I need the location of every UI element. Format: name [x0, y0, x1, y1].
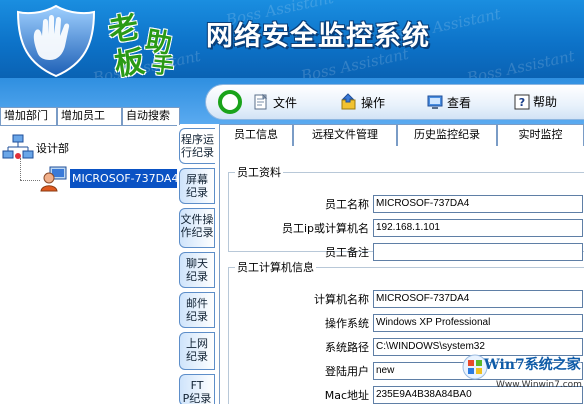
employee-name-label: 员工名称 [325, 198, 369, 211]
side-tab-file-records[interactable]: 文件操 作纪录 [179, 208, 215, 248]
employee-info-legend: 员工资料 [237, 166, 281, 179]
tab-history-records[interactable]: 历史监控纪录 [397, 124, 497, 146]
system-path-label: 系统路径 [325, 341, 369, 354]
os-label: 操作系统 [325, 317, 369, 330]
menu-toolbar: 文件 操作 查看 ? 帮助 [205, 84, 584, 120]
file-icon [254, 93, 268, 110]
field-row: 员工ip或计算机名 192.168.1.101 [229, 218, 583, 238]
employee-info-group: 员工资料 员工名称 MICROSOF-737DA4 员工ip或计算机名 192.… [228, 164, 584, 261]
employee-ip-label: 员工ip或计算机名 [281, 222, 369, 235]
login-user-label: 登陆用户 [325, 365, 369, 378]
help-icon: ? [514, 94, 530, 109]
side-tab-chat-records[interactable]: 聊天 纪录 [179, 252, 215, 288]
menu-file[interactable]: 文件 [252, 93, 297, 111]
mac-address-label: Mac地址 [324, 389, 369, 402]
view-icon [427, 95, 443, 109]
site-badge-url: Www.Winwin7.com [496, 380, 582, 390]
tree-node-department[interactable]: 设计部 [2, 134, 69, 162]
side-tab-program-records[interactable]: 程序运 行纪录 [179, 128, 215, 164]
action-icon [341, 93, 356, 110]
computer-name-field[interactable]: MICROSOF-737DA4 [373, 290, 583, 308]
brand-logo-text: 老 板 助 手 [105, 9, 176, 78]
employee-ip-field[interactable]: 192.168.1.101 [373, 219, 583, 237]
add-department-button[interactable]: 增加部门 [0, 107, 57, 125]
tab-realtime-monitor[interactable]: 实时监控 [497, 124, 584, 146]
employee-note-label: 员工备注 [325, 246, 369, 259]
network-group-icon [2, 134, 34, 159]
side-tab-web-records[interactable]: 上网 纪录 [179, 332, 215, 370]
computer-info-legend: 员工计算机信息 [237, 261, 314, 274]
main-tabs: 员工信息 远程文件管理 历史监控纪录 实时监控 [219, 124, 584, 146]
field-row: 员工名称 MICROSOF-737DA4 [229, 194, 583, 214]
site-badge-title: Win7系统之家 [484, 357, 581, 373]
header-watermark: Boss Assistant [465, 46, 577, 78]
site-watermark-badge: Win7系统之家 Www.Winwin7.com [462, 352, 582, 398]
computer-name-label: 计算机名称 [314, 293, 369, 306]
app-title: 网络安全监控系统 [206, 21, 430, 52]
tree-connector [20, 158, 21, 180]
tree-root-label: 设计部 [36, 142, 69, 155]
status-ring-icon [218, 90, 242, 114]
side-tab-ftp-records[interactable]: FT P纪录 [179, 374, 215, 404]
tab-employee-info[interactable]: 员工信息 [219, 124, 293, 146]
side-tab-mail-records[interactable]: 邮件 纪录 [179, 292, 215, 328]
tree-connector [20, 180, 40, 181]
tab-remote-files[interactable]: 远程文件管理 [293, 124, 397, 146]
auto-search-button[interactable]: 自动搜索 [122, 107, 180, 125]
tree-node-computer[interactable]: MICROSOF-737DA4 [40, 164, 181, 192]
user-computer-icon [40, 166, 67, 192]
add-employee-button[interactable]: 增加员工 [57, 107, 122, 125]
side-tab-screen-records[interactable]: 屏幕 纪录 [179, 168, 215, 204]
shield-hand-logo [16, 4, 96, 78]
left-action-tabs: 增加部门 增加员工 自动搜索 [0, 107, 180, 125]
menu-view[interactable]: 查看 [426, 93, 471, 111]
os-field[interactable]: Windows XP Professional [373, 314, 583, 332]
svg-text:?: ? [519, 96, 525, 109]
tree-child-label: MICROSOF-737DA4 [70, 168, 181, 188]
department-tree: 设计部 MICROSOF-737DA4 [0, 125, 181, 404]
menu-help[interactable]: ? 帮助 [514, 93, 557, 110]
record-side-tabs: 程序运 行纪录 屏幕 纪录 文件操 作纪录 聊天 纪录 邮件 纪录 上网 纪录 … [177, 125, 215, 404]
field-row: 计算机名称 MICROSOF-737DA4 [229, 289, 583, 309]
employee-name-field[interactable]: MICROSOF-737DA4 [373, 195, 583, 213]
menu-action[interactable]: 操作 [340, 93, 385, 111]
field-row: 操作系统 Windows XP Professional [229, 313, 583, 333]
app-header: Boss Assistant Boss Assistant Boss Assis… [0, 0, 584, 78]
